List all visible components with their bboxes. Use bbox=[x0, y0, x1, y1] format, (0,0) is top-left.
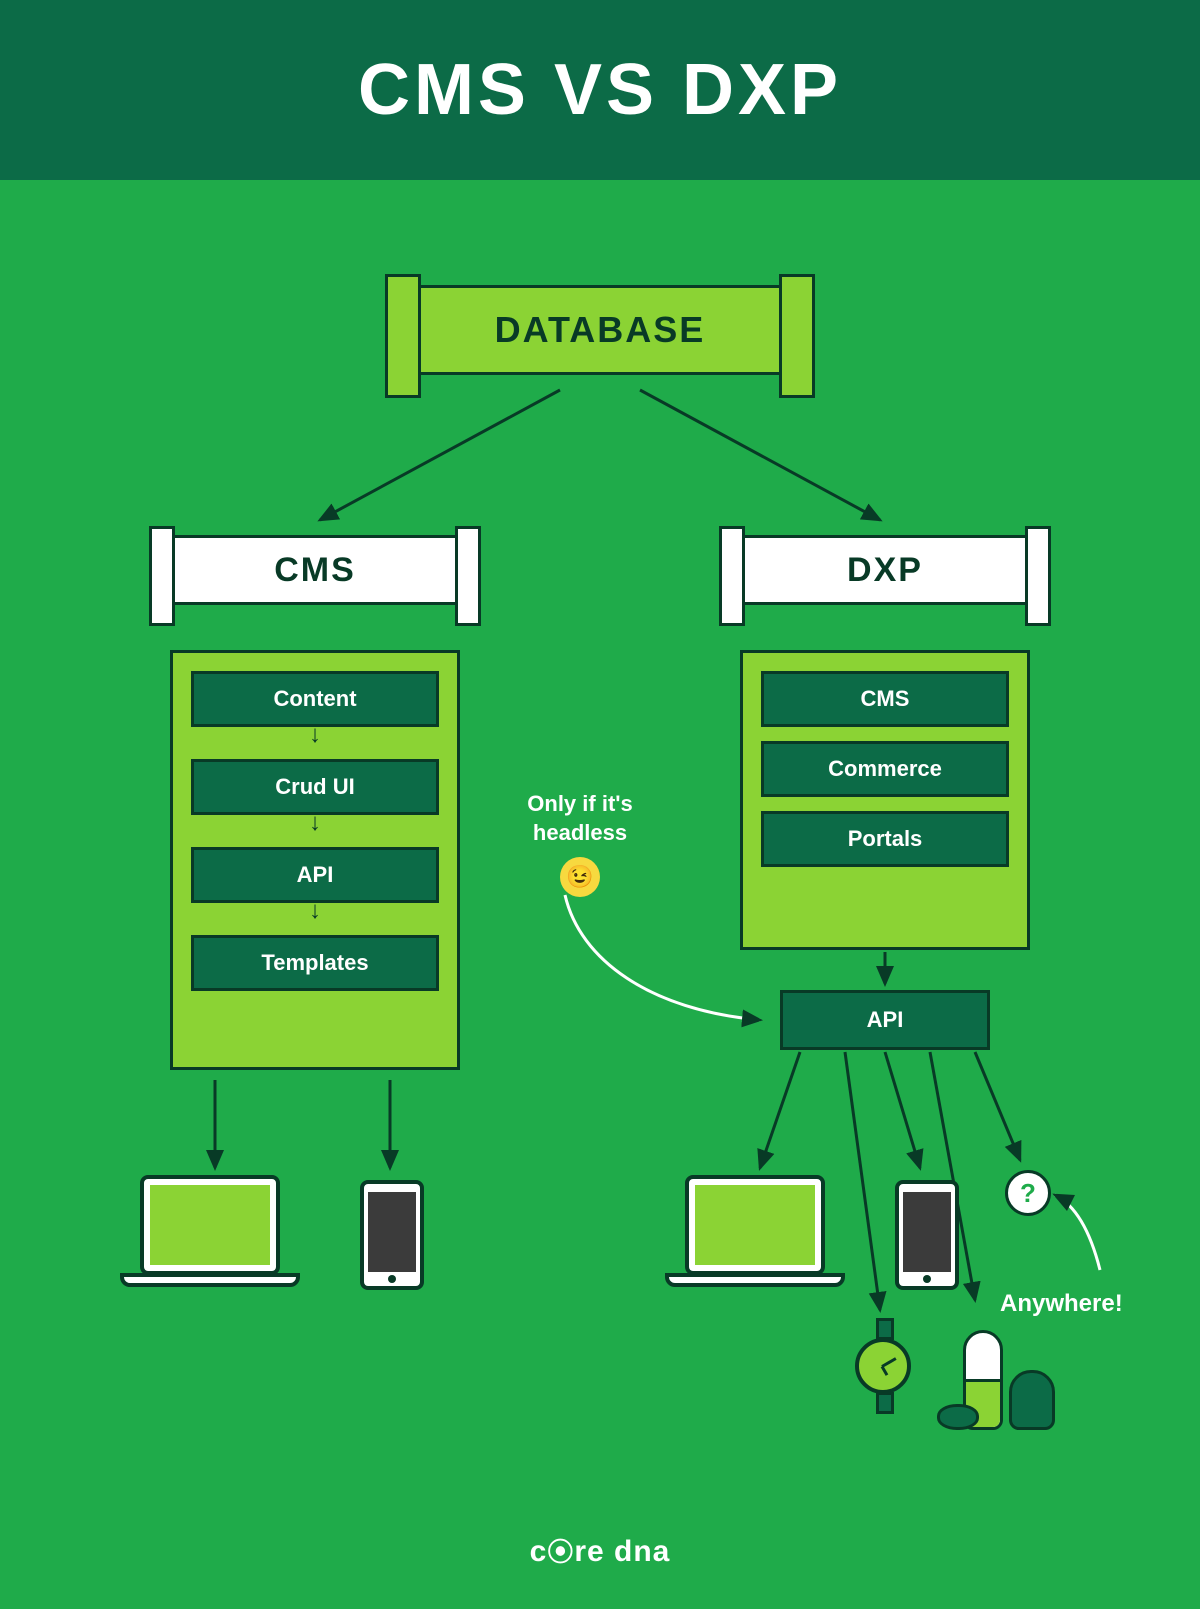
smart-speaker-icon bbox=[945, 1310, 1055, 1430]
dxp-item-cms: CMS bbox=[761, 671, 1009, 727]
cms-item-content: Content bbox=[191, 671, 439, 727]
dxp-heading-box: DXP bbox=[730, 535, 1040, 605]
page-title: CMS VS DXP bbox=[358, 49, 842, 131]
cms-stack: Content ↓ Crud UI ↓ API ↓ Templates bbox=[170, 650, 460, 1070]
page-header: CMS VS DXP bbox=[0, 0, 1200, 180]
cms-item-api: API bbox=[191, 847, 439, 903]
laptop-icon bbox=[120, 1175, 300, 1295]
cms-heading-box: CMS bbox=[160, 535, 470, 605]
laptop-icon bbox=[665, 1175, 845, 1295]
phone-icon bbox=[360, 1180, 424, 1290]
database-label: DATABASE bbox=[495, 309, 706, 351]
arrow-down-icon: ↓ bbox=[309, 735, 321, 745]
dxp-api-label: API bbox=[867, 1007, 904, 1033]
dxp-item-portals: Portals bbox=[761, 811, 1009, 867]
dxp-item-commerce: Commerce bbox=[761, 741, 1009, 797]
headless-text: Only if it's headless bbox=[527, 791, 632, 845]
dxp-heading: DXP bbox=[847, 551, 923, 590]
dxp-stack: CMS Commerce Portals bbox=[740, 650, 1030, 950]
arrow-down-icon: ↓ bbox=[309, 911, 321, 921]
brand-logo: cre dna bbox=[530, 1532, 671, 1569]
arrow-down-icon: ↓ bbox=[309, 823, 321, 833]
headless-annotation: Only if it's headless 😉 bbox=[490, 790, 670, 897]
cms-heading: CMS bbox=[274, 551, 356, 590]
cms-item-crud-ui: Crud UI bbox=[191, 759, 439, 815]
watch-icon bbox=[855, 1320, 915, 1420]
dxp-api-box: API bbox=[780, 990, 990, 1050]
wink-emoji-icon: 😉 bbox=[560, 857, 600, 897]
cms-item-templates: Templates bbox=[191, 935, 439, 991]
database-box: DATABASE bbox=[400, 285, 800, 375]
question-bubble-icon: ? bbox=[1005, 1170, 1051, 1216]
phone-icon bbox=[895, 1180, 959, 1290]
